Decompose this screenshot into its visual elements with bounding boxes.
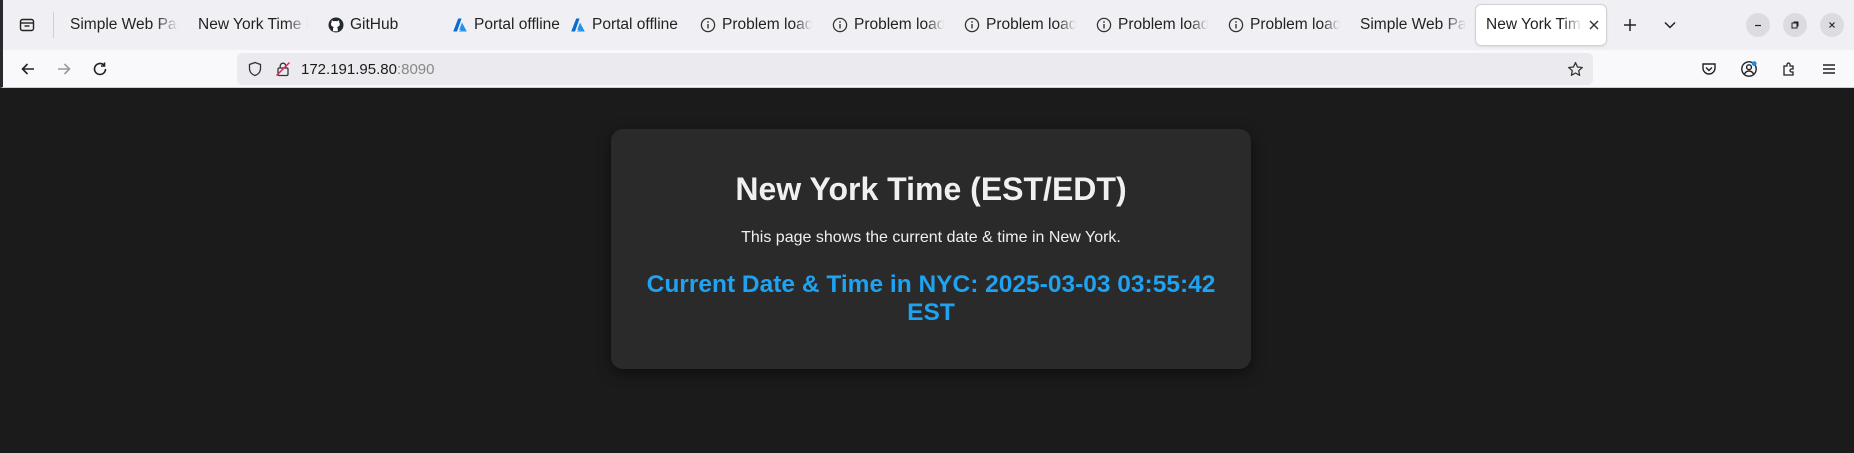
minimize-button[interactable] (1746, 13, 1770, 37)
account-icon (1741, 61, 1757, 77)
reload-button[interactable] (83, 54, 117, 84)
tab-simple-web-page-1[interactable]: Simple Web Page (60, 5, 188, 45)
info-icon (964, 17, 980, 33)
list-all-tabs-button[interactable] (1652, 7, 1688, 43)
time-card: New York Time (EST/EDT) This page shows … (611, 129, 1251, 369)
chevron-down-icon (1664, 21, 1676, 29)
page-title: New York Time (EST/EDT) (735, 171, 1127, 207)
tab-new-york-time-1[interactable]: New York Time Page (188, 5, 318, 45)
tab-label: Simple Web Page (70, 16, 178, 33)
insecure-lock-icon[interactable] (275, 61, 291, 77)
firefox-view-button[interactable] (7, 5, 47, 45)
url-host: 172.191.95.80 (301, 60, 397, 78)
tab-separator (53, 12, 54, 38)
tab-problem-loading-1[interactable]: Problem loading page (690, 5, 822, 45)
address-bar[interactable]: 172.191.95.80:8090 (237, 53, 1593, 85)
tab-label: Problem loading page (854, 16, 944, 33)
page-viewport: New York Time (EST/EDT) This page shows … (3, 89, 1854, 453)
github-icon (328, 17, 344, 33)
tab-label: Portal offline (592, 16, 678, 33)
tab-github[interactable]: GitHub (318, 5, 442, 45)
hamburger-menu-icon (1823, 64, 1835, 74)
info-icon (832, 17, 848, 33)
toolbar-icons (1692, 54, 1846, 84)
tab-label: New York Time Page (198, 16, 308, 33)
tab-label: Problem loading page (1250, 16, 1340, 33)
account-button[interactable] (1732, 54, 1766, 84)
tab-label: GitHub (350, 16, 399, 33)
close-tab-icon[interactable] (1588, 16, 1600, 34)
close-icon (1829, 22, 1835, 28)
url-port: :8090 (396, 60, 435, 78)
tab-label: Portal offline (474, 16, 560, 33)
tab-label: Problem loading page (722, 16, 812, 33)
url-text[interactable]: 172.191.95.80:8090 (301, 61, 434, 78)
back-button[interactable] (11, 54, 45, 84)
pocket-button[interactable] (1692, 54, 1726, 84)
tab-label: Problem loading page (1118, 16, 1208, 33)
tracking-protection-icon[interactable] (247, 61, 263, 77)
tab-problem-loading-3[interactable]: Problem loading page (954, 5, 1086, 45)
tab-portal-offline-2[interactable]: Portal offline (560, 5, 690, 45)
azure-icon (570, 17, 586, 33)
puzzle-icon (1783, 62, 1794, 76)
new-tab-button[interactable] (1612, 7, 1648, 43)
extensions-button[interactable] (1772, 54, 1806, 84)
info-icon (1096, 17, 1112, 33)
tab-problem-loading-4[interactable]: Problem loading page (1086, 5, 1218, 45)
arrow-right-icon (58, 62, 71, 75)
tab-label: New York Time Page (1486, 16, 1582, 33)
page-description: This page shows the current date & time … (741, 229, 1121, 246)
tab-problem-loading-5[interactable]: Problem loading page (1218, 5, 1350, 45)
tab-portal-offline-1[interactable]: Portal offline (442, 5, 560, 45)
tab-label: Simple Web Page (1360, 16, 1466, 33)
tab-problem-loading-2[interactable]: Problem loading page (822, 5, 954, 45)
bookmark-star-icon[interactable] (1565, 59, 1585, 79)
app-menu-button[interactable] (1812, 54, 1846, 84)
window-controls (1746, 13, 1844, 37)
pocket-icon (1702, 63, 1716, 75)
restore-button[interactable] (1783, 13, 1807, 37)
close-window-button[interactable] (1820, 13, 1844, 37)
info-icon (700, 17, 716, 33)
info-icon (1228, 17, 1244, 33)
tab-simple-web-page-2[interactable]: Simple Web Page (1350, 5, 1476, 45)
firefox-view-icon (19, 18, 35, 32)
restore-icon (1791, 21, 1799, 29)
minimize-icon (1755, 24, 1761, 27)
arrow-left-icon (21, 62, 34, 75)
plus-icon (1624, 19, 1636, 31)
tab-new-york-time-active[interactable]: New York Time Page (1476, 5, 1606, 45)
azure-icon (452, 17, 468, 33)
forward-button[interactable] (47, 54, 81, 84)
navigation-toolbar: 172.191.95.80:8090 (0, 50, 1854, 88)
tab-strip: Simple Web Page New York Time Page GitHu… (0, 0, 1854, 50)
nyc-current-time: Current Date & Time in NYC: 2025-03-03 0… (646, 271, 1216, 326)
reload-icon (93, 62, 107, 75)
tab-label: Problem loading page (986, 16, 1076, 33)
